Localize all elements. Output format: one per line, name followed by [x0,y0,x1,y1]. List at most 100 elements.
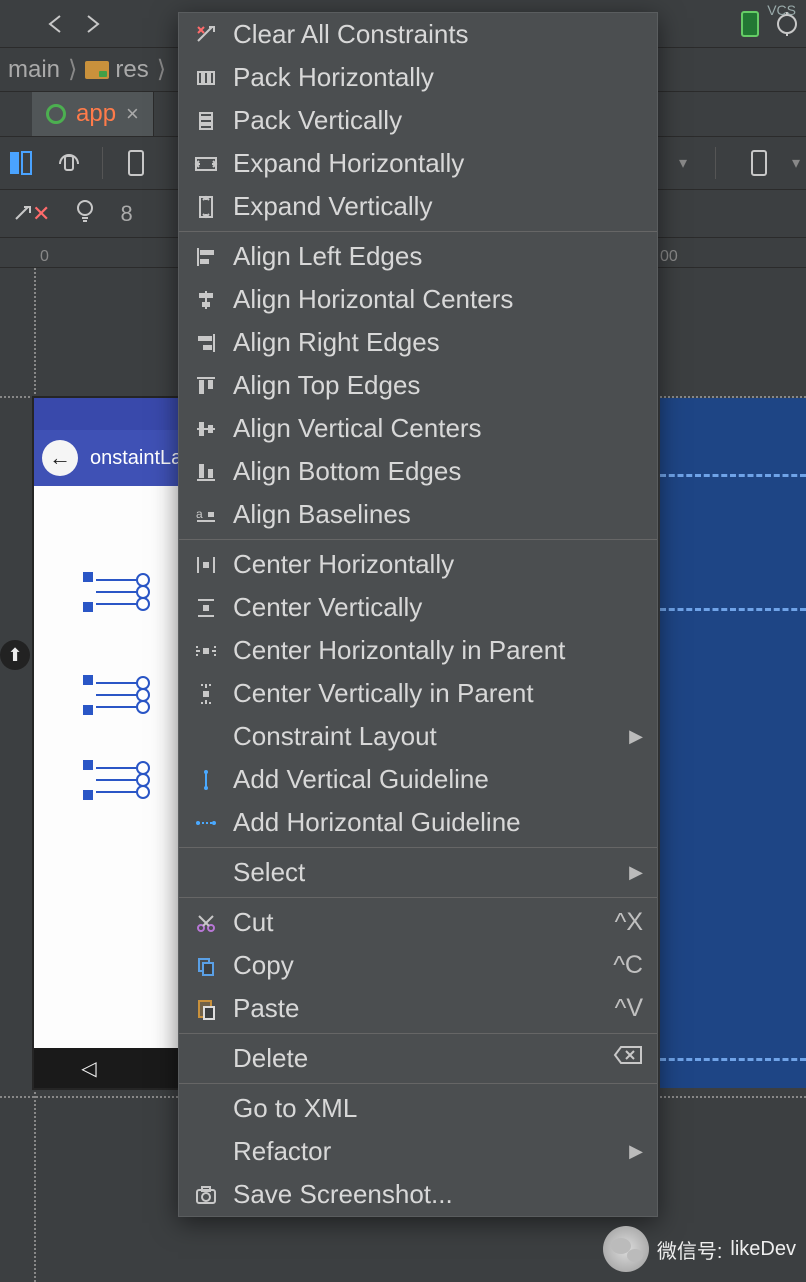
nav-back-icon[interactable]: ◁ [81,1056,96,1081]
menu-align-bottom-edges[interactable]: Align Bottom Edges [179,450,657,493]
menu-refactor[interactable]: Refactor ▶ [179,1130,657,1173]
expand-vertical-icon [193,194,219,220]
pack-horizontal-icon [193,65,219,91]
menu-expand-horizontally[interactable]: Expand Horizontally [179,142,657,185]
selected-view-1[interactable] [84,573,142,611]
menu-align-right-edges[interactable]: Align Right Edges [179,321,657,364]
menu-clear-constraints[interactable]: Clear All Constraints [179,13,657,56]
back-button-icon[interactable]: ← [42,440,78,476]
wechat-watermark: 微信号: likeDev [603,1226,796,1272]
toolbar-unknown-icon[interactable] [8,12,32,36]
menu-label: Pack Horizontally [233,62,643,93]
menu-center-vertically-parent[interactable]: Center Vertically in Parent [179,672,657,715]
delete-key-icon [613,1044,643,1073]
menu-separator [179,231,657,232]
align-right-icon [193,330,219,356]
clear-constraints-icon[interactable]: ✕ [12,201,50,227]
submenu-arrow-icon: ▶ [629,726,643,747]
menu-add-horizontal-guideline[interactable]: Add Horizontal Guideline [179,801,657,844]
menu-pack-horizontally[interactable]: Pack Horizontally [179,56,657,99]
menu-label: Center Vertically [233,592,643,623]
menu-label: Align Top Edges [233,370,643,401]
center-vertical-icon [193,595,219,621]
wechat-handle: likeDev [730,1238,796,1261]
menu-label: Center Horizontally [233,549,643,580]
menu-label: Add Vertical Guideline [233,764,643,795]
tab-app[interactable]: app × [32,92,154,136]
menu-center-horizontally[interactable]: Center Horizontally [179,543,657,586]
device-icon[interactable] [738,12,762,36]
device-right-icon[interactable] [744,148,774,178]
menu-center-vertically[interactable]: Center Vertically [179,586,657,629]
menu-separator [179,1083,657,1084]
menu-label: Center Vertically in Parent [233,678,643,709]
margin-value[interactable]: 8 [120,201,132,227]
vertical-guideline-icon [193,767,219,793]
menu-delete[interactable]: Delete [179,1037,657,1080]
center-vertical-parent-icon [193,681,219,707]
menu-copy[interactable]: Copy ^C [179,944,657,987]
up-arrow-icon[interactable]: ⬆ [0,640,30,670]
align-bottom-icon [193,459,219,485]
align-vcenter-icon [193,416,219,442]
blank-icon [193,1096,219,1122]
design-surface-toggle-icon[interactable] [6,148,36,178]
menu-label: Add Horizontal Guideline [233,807,643,838]
menu-separator [179,539,657,540]
forward-arrow-icon[interactable] [80,12,104,36]
menu-label: Align Horizontal Centers [233,284,643,315]
lightbulb-icon[interactable] [74,198,96,230]
back-arrow-icon[interactable] [44,12,68,36]
menu-align-left-edges[interactable]: Align Left Edges [179,235,657,278]
menu-label: Align Left Edges [233,241,643,272]
wechat-icon [603,1226,649,1272]
blank-icon [193,1139,219,1165]
menu-shortcut: ^V [615,994,643,1023]
selected-view-2[interactable] [84,676,142,714]
svg-text:a: a [196,507,203,521]
blank-icon [193,1046,219,1072]
menu-label: Refactor [233,1136,615,1167]
camera-icon [193,1182,219,1208]
align-left-icon [193,244,219,270]
menu-align-horizontal-centers[interactable]: Align Horizontal Centers [179,278,657,321]
menu-save-screenshot[interactable]: Save Screenshot... [179,1173,657,1216]
expand-horizontal-icon [193,151,219,177]
copy-icon [193,953,219,979]
vcs-label[interactable]: VCS [767,2,796,18]
menu-label: Paste [233,993,601,1024]
menu-label: Align Right Edges [233,327,643,358]
menu-label: Align Vertical Centers [233,413,643,444]
selected-view-3[interactable] [84,761,142,799]
menu-align-vertical-centers[interactable]: Align Vertical Centers [179,407,657,450]
orientation-icon[interactable] [54,148,84,178]
menu-pack-vertically[interactable]: Pack Vertically [179,99,657,142]
ruler-zero: 0 [40,248,49,266]
menu-label: Delete [233,1043,599,1074]
menu-expand-vertically[interactable]: Expand Vertically [179,185,657,228]
menu-go-to-xml[interactable]: Go to XML [179,1087,657,1130]
menu-label: Cut [233,907,601,938]
menu-add-vertical-guideline[interactable]: Add Vertical Guideline [179,758,657,801]
submenu-arrow-icon: ▶ [629,1141,643,1162]
paste-icon [193,996,219,1022]
folder-icon [85,61,109,79]
menu-center-horizontally-parent[interactable]: Center Horizontally in Parent [179,629,657,672]
menu-select[interactable]: Select ▶ [179,851,657,894]
blank-icon [193,724,219,750]
menu-align-top-edges[interactable]: Align Top Edges [179,364,657,407]
breadcrumb-res[interactable]: res [115,56,148,84]
menu-cut[interactable]: Cut ^X [179,901,657,944]
menu-align-baselines[interactable]: a Align Baselines [179,493,657,536]
align-baseline-icon: a [193,502,219,528]
close-icon[interactable]: × [126,101,139,127]
pack-vertical-icon [193,108,219,134]
menu-label: Constraint Layout [233,721,615,752]
blueprint-surface[interactable] [660,398,806,1088]
breadcrumb-main[interactable]: main [8,56,60,84]
menu-label: Expand Vertically [233,191,643,222]
menu-paste[interactable]: Paste ^V [179,987,657,1030]
device-select-icon[interactable] [121,148,151,178]
menu-separator [179,1033,657,1034]
menu-constraint-layout[interactable]: Constraint Layout ▶ [179,715,657,758]
